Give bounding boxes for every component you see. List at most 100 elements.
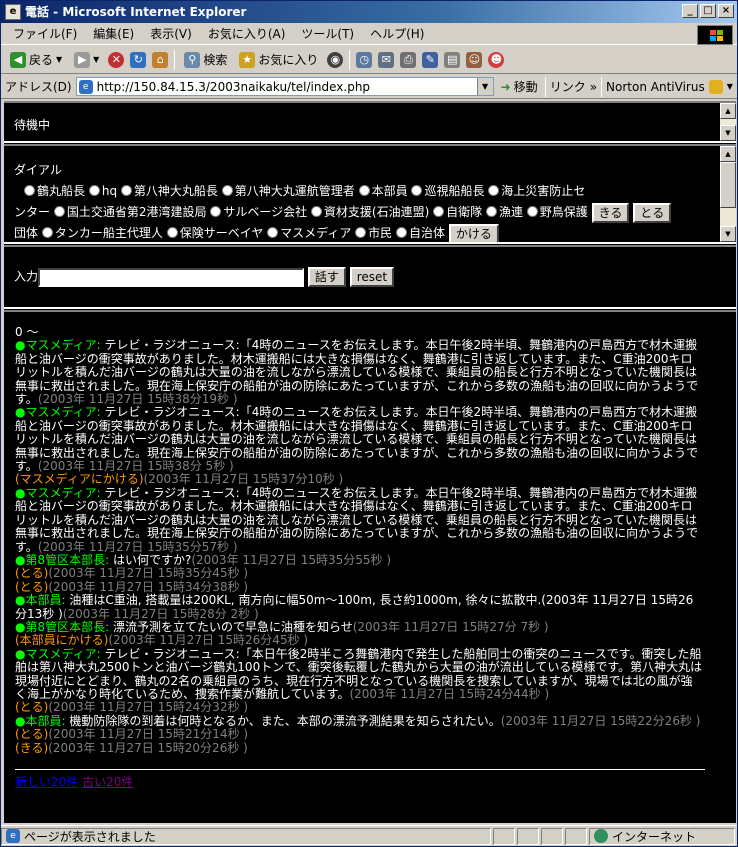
status-frame-scrollbar[interactable]: ▲ ▼ — [720, 103, 736, 141]
maximize-button[interactable]: □ — [700, 4, 716, 18]
reset-button[interactable]: reset — [349, 267, 395, 287]
radio-disaster-center[interactable]: 海上災害防止セ — [488, 184, 585, 198]
radio-kamimaru-captain[interactable]: 第八神大丸船長 — [120, 184, 218, 198]
radio-citizen[interactable]: 市民 — [355, 226, 392, 240]
forward-dropdown-icon[interactable]: ▼ — [93, 55, 99, 64]
stop-icon[interactable]: ✕ — [108, 51, 125, 68]
radio-mlit[interactable]: 国土交通省第2港湾建設局 — [53, 205, 206, 219]
norton-icon[interactable] — [708, 79, 723, 94]
minimize-button[interactable]: _ — [682, 4, 698, 18]
back-dropdown-icon[interactable]: ▼ — [56, 55, 62, 64]
forward-button[interactable]: ▶ ▼ — [71, 50, 102, 70]
history-icon[interactable]: ◷ — [356, 51, 373, 68]
older-20-link[interactable]: 古い20件 — [82, 775, 133, 789]
chevron-icon[interactable]: » — [590, 80, 597, 94]
radio-fishery[interactable]: 漁連 — [485, 205, 523, 219]
menu-view[interactable]: 表示(V) — [142, 25, 200, 42]
radio-icon — [358, 185, 370, 196]
radio-sdf[interactable]: 自衛隊 — [433, 205, 482, 219]
radio-mass-media[interactable]: マスメディア — [267, 226, 351, 240]
radio-headquarters-staff[interactable]: 本部員 — [358, 184, 408, 198]
menu-favorites[interactable]: お気に入り(A) — [200, 25, 294, 42]
radio-icon — [221, 185, 233, 196]
favorites-button[interactable]: ★ お気に入り — [236, 49, 321, 70]
menu-help[interactable]: ヘルプ(H) — [362, 25, 432, 42]
media-icon[interactable]: ◉ — [327, 51, 344, 68]
status-cell-blank — [493, 827, 515, 845]
address-url: http://150.84.15.3/2003naikaku/tel/index… — [96, 79, 371, 94]
menu-edit[interactable]: 編集(E) — [85, 25, 142, 42]
go-arrow-icon: ➜ — [500, 79, 511, 94]
talk-button[interactable]: 話す — [307, 267, 346, 287]
globe-icon — [594, 829, 608, 843]
menu-tools[interactable]: ツール(T) — [293, 25, 362, 42]
answer-button[interactable]: とる — [633, 202, 672, 223]
refresh-icon[interactable]: ↻ — [130, 51, 147, 68]
status-text-cell: e ページが表示されました — [1, 827, 491, 845]
log-action: (マスメディアにかける) — [15, 472, 144, 487]
home-icon[interactable]: ⌂ — [152, 51, 169, 68]
scroll-down-icon[interactable]: ▼ — [720, 226, 736, 242]
radio-label: 漁連 — [498, 205, 523, 219]
print-icon[interactable]: ⎙ — [400, 51, 417, 68]
dial-frame-scrollbar[interactable]: ▲ ▼ — [720, 146, 736, 242]
radio-icon — [355, 227, 367, 238]
discuss-icon[interactable]: ▤ — [444, 51, 461, 68]
log-timestamp: (2003年 11月27日 15時34分38秒 ) — [48, 579, 249, 594]
radio-surveyor[interactable]: 保険サーベイヤ — [166, 226, 263, 240]
radio-label: 巡視船船長 — [424, 184, 485, 198]
log-timestamp: (2003年 11月27日 15時21分14秒 ) — [48, 727, 249, 742]
radio-label: マスメディア — [280, 226, 352, 240]
radio-tsurumaru-captain[interactable]: 鶴丸船長 — [24, 184, 85, 198]
norton-dropdown-icon[interactable]: ▼ — [727, 82, 733, 91]
radio-kamimaru-manager[interactable]: 第八神大丸運航管理者 — [221, 184, 355, 198]
search-button[interactable]: ⚲ 検索 — [181, 49, 230, 70]
log-timestamp: (2003年 11月27日 15時24分32秒 ) — [48, 700, 249, 715]
address-dropdown-icon[interactable]: ▼ — [476, 78, 493, 95]
radio-icon — [526, 206, 538, 217]
log-action: (とる) — [15, 579, 49, 594]
go-button[interactable]: ➜ 移動 — [498, 76, 541, 97]
log-speaker: ●マスメディア: — [15, 646, 105, 661]
radio-icon — [267, 227, 279, 238]
log-entry: ●本部員: 油種はC重油, 搭載量は200KL, 南方向に幅50m〜100m, … — [15, 593, 703, 621]
address-input[interactable]: e http://150.84.15.3/2003naikaku/tel/ind… — [75, 77, 494, 96]
radio-bird-protection[interactable]: 野鳥保護 — [526, 205, 588, 219]
radio-salvage[interactable]: サルベージ会社 — [210, 205, 307, 219]
scroll-up-icon[interactable]: ▲ — [720, 146, 736, 162]
radio-patrol-captain[interactable]: 巡視船船長 — [411, 184, 484, 198]
log-timestamp: (2003年 11月27日 15時38分 5秒 ) — [37, 459, 234, 474]
radio-label: 本部員 — [371, 184, 408, 198]
log-speaker: ●マスメディア: — [15, 338, 105, 353]
links-button[interactable]: リンク — [550, 78, 586, 95]
messenger-icon[interactable]: ☺ — [466, 51, 483, 68]
log-pager: 新しい20件 古い20件 — [15, 775, 703, 789]
back-button[interactable]: ◀ 戻る ▼ — [7, 49, 65, 70]
hangup-button[interactable]: きる — [591, 202, 630, 223]
edit-icon[interactable]: ✎ — [422, 51, 439, 68]
smiley-icon[interactable]: ☻ — [488, 51, 505, 68]
norton-button[interactable]: Norton AntiVirus — [606, 80, 705, 94]
radio-label: タンカー船主代理人 — [54, 226, 163, 240]
message-input[interactable] — [38, 267, 305, 287]
mail-icon[interactable]: ✉ — [378, 51, 395, 68]
call-button[interactable]: かける — [448, 223, 499, 242]
log-action: (本部員にかける) — [15, 633, 109, 648]
log-speaker: ●マスメディア: — [15, 405, 105, 420]
radio-label: 自衛隊 — [446, 205, 483, 219]
radio-oil-federation[interactable]: 資材支援(石油連盟) — [310, 205, 429, 219]
log-entry: ●マスメディア: テレビ・ラジオニュース:「4時のニュースをお伝えします。本日午… — [15, 486, 703, 554]
menu-file[interactable]: ファイル(F) — [5, 25, 85, 42]
close-button[interactable]: × — [718, 4, 734, 18]
newer-20-link[interactable]: 新しい20件 — [15, 775, 78, 789]
toolbar-separator — [349, 49, 351, 70]
radio-hq[interactable]: hq — [88, 184, 117, 198]
scroll-down-icon[interactable]: ▼ — [720, 125, 736, 141]
log-speaker: ●第8管区本部長: — [15, 619, 113, 634]
input-frame: 入力 話す reset — [4, 245, 736, 309]
back-arrow-icon: ◀ — [10, 51, 26, 68]
radio-municipality[interactable]: 自治体 — [396, 226, 445, 240]
scroll-up-icon[interactable]: ▲ — [720, 103, 736, 119]
radio-tanker-agent[interactable]: タンカー船主代理人 — [41, 226, 163, 240]
scroll-thumb[interactable] — [720, 162, 736, 208]
